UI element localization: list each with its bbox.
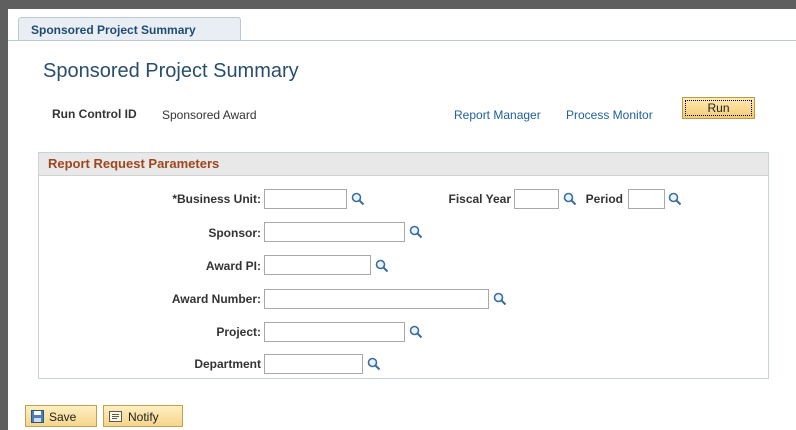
business-unit-field[interactable] [264, 189, 347, 209]
tab-label: Sponsored Project Summary [31, 23, 196, 37]
notify-label: Notify [128, 410, 159, 424]
save-button[interactable]: Save [25, 405, 97, 427]
fiscal-year-field[interactable] [514, 189, 559, 209]
project-field[interactable] [264, 322, 405, 342]
award-number-field[interactable] [264, 289, 489, 309]
section-header: Report Request Parameters [39, 153, 768, 176]
report-manager-link[interactable]: Report Manager [454, 108, 541, 122]
sponsor-label: Sponsor: [208, 226, 261, 240]
department-label: Department [194, 357, 261, 371]
sponsor-lookup-icon[interactable] [409, 225, 423, 239]
save-disk-icon [31, 410, 44, 423]
tab-bar: Sponsored Project Summary [8, 9, 796, 41]
notify-button[interactable]: Notify [103, 405, 183, 427]
department-field[interactable] [264, 354, 363, 374]
save-label: Save [49, 410, 77, 424]
page-title: Sponsored Project Summary [43, 60, 299, 82]
award-pi-field[interactable] [264, 255, 371, 275]
run-button[interactable]: Run [682, 97, 755, 119]
project-lookup-icon[interactable] [409, 325, 423, 339]
award-pi-label: Award PI: [205, 259, 261, 273]
award-pi-lookup-icon[interactable] [375, 259, 389, 273]
business-unit-label: *Business Unit: [172, 192, 261, 206]
page: Sponsored Project Summary Sponsored Proj… [8, 9, 796, 430]
department-lookup-icon[interactable] [367, 357, 381, 371]
business-unit-lookup-icon[interactable] [351, 192, 365, 206]
run-control-value: Sponsored Award [162, 108, 257, 122]
notify-icon [109, 411, 122, 422]
tab-divider [8, 40, 796, 41]
project-label: Project: [216, 325, 261, 339]
section-title: Report Request Parameters [48, 156, 220, 171]
period-lookup-icon[interactable] [668, 192, 682, 206]
tab-sponsored-project-summary[interactable]: Sponsored Project Summary [18, 17, 241, 41]
sponsor-field[interactable] [264, 222, 405, 242]
process-monitor-link[interactable]: Process Monitor [566, 108, 653, 122]
period-label: Period [585, 192, 623, 206]
award-number-lookup-icon[interactable] [493, 292, 507, 306]
period-field[interactable] [628, 189, 665, 209]
run-control-label: Run Control ID [52, 107, 137, 121]
fiscal-year-label: Fiscal Year [448, 192, 512, 206]
award-number-label: Award Number: [171, 292, 261, 306]
